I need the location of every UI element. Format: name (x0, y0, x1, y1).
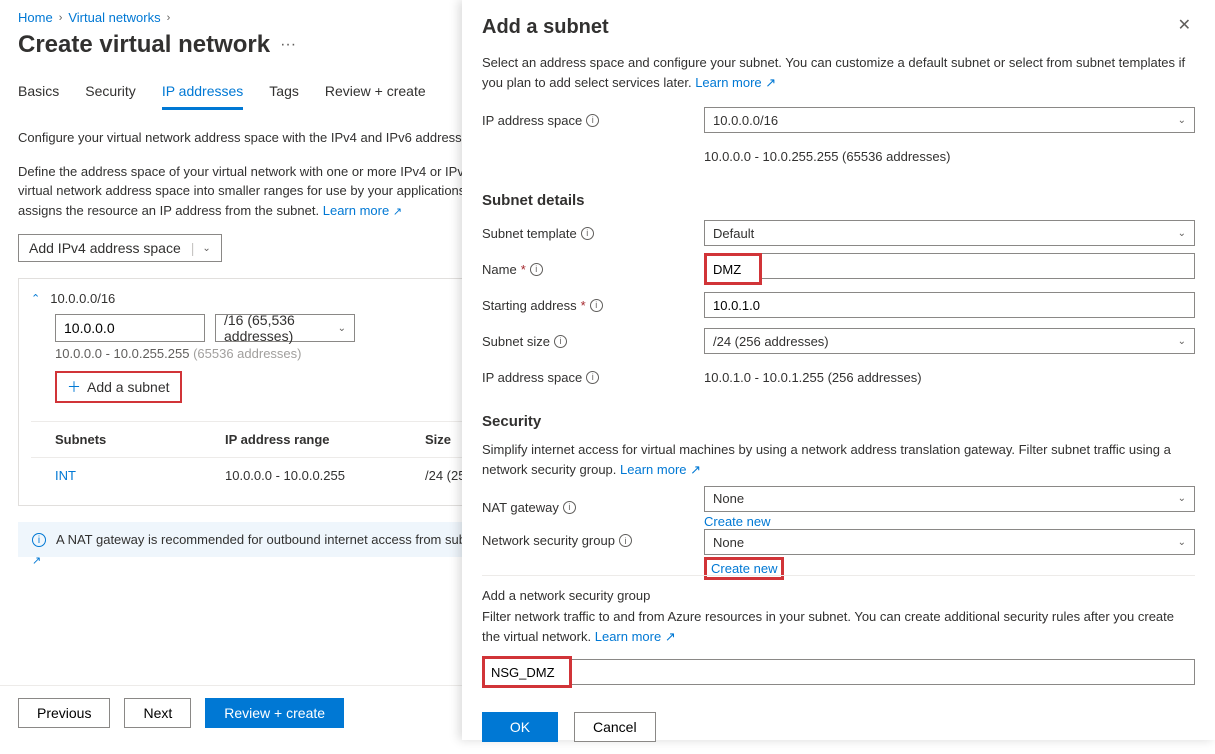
panel-title: Add a subnet (482, 16, 609, 39)
ip-space-select[interactable]: 10.0.0.0/16 ⌄ (704, 107, 1195, 133)
starting-address-input[interactable] (704, 292, 1195, 318)
info-icon[interactable]: i (581, 227, 594, 240)
intro-text-2b: virtual network address space into small… (18, 183, 492, 198)
nsg-select[interactable]: None ⌄ (704, 529, 1195, 555)
ip-space-label-2: IP address space (482, 370, 582, 385)
info-icon[interactable]: i (586, 371, 599, 384)
learn-more-link[interactable]: Learn more ↗ (595, 629, 676, 644)
add-nsg-title: Add a network security group (482, 588, 1195, 603)
ok-button[interactable]: OK (482, 712, 558, 742)
subnet-range: 10.0.0.0 - 10.0.0.255 (225, 468, 425, 483)
address-range-text: 10.0.0.0 - 10.0.255.255 (55, 346, 189, 361)
subnet-details-heading: Subnet details (482, 192, 1195, 209)
cancel-button[interactable]: Cancel (574, 712, 656, 742)
close-icon[interactable]: ✕ (1174, 16, 1195, 36)
external-link-icon: ↗ (690, 462, 701, 477)
tab-security[interactable]: Security (85, 77, 136, 110)
next-button[interactable]: Next (124, 698, 191, 728)
chevron-down-icon: ⌄ (202, 243, 210, 254)
ip-space-range-text: 10.0.0.0 - 10.0.255.255 (65536 addresses… (704, 149, 1195, 164)
tab-basics[interactable]: Basics (18, 77, 59, 110)
learn-more-link[interactable]: Learn more ↗ (695, 75, 776, 90)
tab-ip-addresses[interactable]: IP addresses (162, 77, 243, 110)
name-label: Name (482, 262, 517, 277)
info-icon[interactable]: i (554, 335, 567, 348)
add-nsg-description: Filter network traffic to and from Azure… (482, 609, 1174, 644)
chevron-down-icon: ⌄ (1178, 228, 1186, 239)
chevron-down-icon: ⌄ (338, 323, 346, 334)
intro-text-2c: assigns the resource an IP address from … (18, 203, 319, 218)
subnet-name-link[interactable]: INT (55, 468, 76, 483)
info-icon[interactable]: i (563, 501, 576, 514)
breadcrumb-home[interactable]: Home (18, 10, 53, 25)
learn-more-link[interactable]: Learn more ↗ (620, 462, 701, 477)
security-description: Simplify internet access for virtual mac… (482, 442, 1171, 477)
chevron-up-icon: ⌃ (31, 292, 40, 305)
more-icon[interactable]: ··· (280, 36, 296, 54)
info-icon[interactable]: i (530, 263, 543, 276)
template-select[interactable]: Default ⌄ (704, 220, 1195, 246)
col-range: IP address range (225, 432, 425, 447)
starting-address-label: Starting address (482, 298, 577, 313)
external-link-icon: ↗ (393, 206, 402, 218)
chevron-down-icon: ⌄ (1178, 336, 1186, 347)
col-subnets: Subnets (55, 432, 225, 447)
nsg-label: Network security group (482, 533, 615, 548)
subnet-range-text: 10.0.1.0 - 10.0.1.255 (256 addresses) (704, 370, 1195, 385)
nsg-name-input[interactable] (485, 659, 569, 685)
external-link-icon: ↗ (765, 75, 776, 90)
learn-more-link[interactable]: Learn more ↗ (323, 203, 402, 218)
add-subnet-button[interactable]: ＋ Add a subnet (55, 371, 182, 403)
info-icon[interactable]: i (590, 299, 603, 312)
add-address-space-dropdown[interactable]: Add IPv4 address space | ⌄ (18, 234, 222, 262)
subnet-size-select[interactable]: /24 (256 addresses) ⌄ (704, 328, 1195, 354)
info-icon: i (32, 533, 46, 547)
nat-gateway-label: NAT gateway (482, 500, 559, 515)
subnet-size-label: Subnet size (482, 334, 550, 349)
breadcrumb-vnets[interactable]: Virtual networks (68, 10, 160, 25)
review-create-button[interactable]: Review + create (205, 698, 344, 728)
chevron-down-icon: ⌄ (1178, 493, 1186, 504)
address-count-text: (65536 addresses) (193, 346, 301, 361)
intro-text-2a: Define the address space of your virtual… (18, 164, 496, 179)
info-icon[interactable]: i (586, 114, 599, 127)
security-heading: Security (482, 413, 1195, 430)
previous-button[interactable]: Previous (18, 698, 110, 728)
chevron-right-icon: › (59, 12, 63, 24)
info-icon[interactable]: i (619, 534, 632, 547)
plus-icon: ＋ (67, 380, 81, 394)
address-prefix-select[interactable]: /16 (65,536 addresses) ⌄ (215, 314, 355, 342)
panel-description: Select an address space and configure yo… (482, 55, 1185, 90)
chevron-down-icon: ⌄ (1178, 115, 1186, 126)
chevron-down-icon: ⌄ (1178, 537, 1186, 548)
page-title: Create virtual network (18, 31, 270, 59)
subnet-name-input[interactable] (707, 256, 759, 282)
tab-review[interactable]: Review + create (325, 77, 426, 110)
address-ip-input[interactable] (55, 314, 205, 342)
ip-space-label: IP address space (482, 113, 582, 128)
tab-tags[interactable]: Tags (269, 77, 299, 110)
template-label: Subnet template (482, 226, 577, 241)
nat-create-new-link[interactable]: Create new (704, 514, 770, 529)
external-link-icon[interactable]: ↗ (32, 554, 41, 567)
external-link-icon: ↗ (665, 629, 676, 644)
nat-gateway-select[interactable]: None ⌄ (704, 486, 1195, 512)
chevron-right-icon: › (167, 12, 171, 24)
